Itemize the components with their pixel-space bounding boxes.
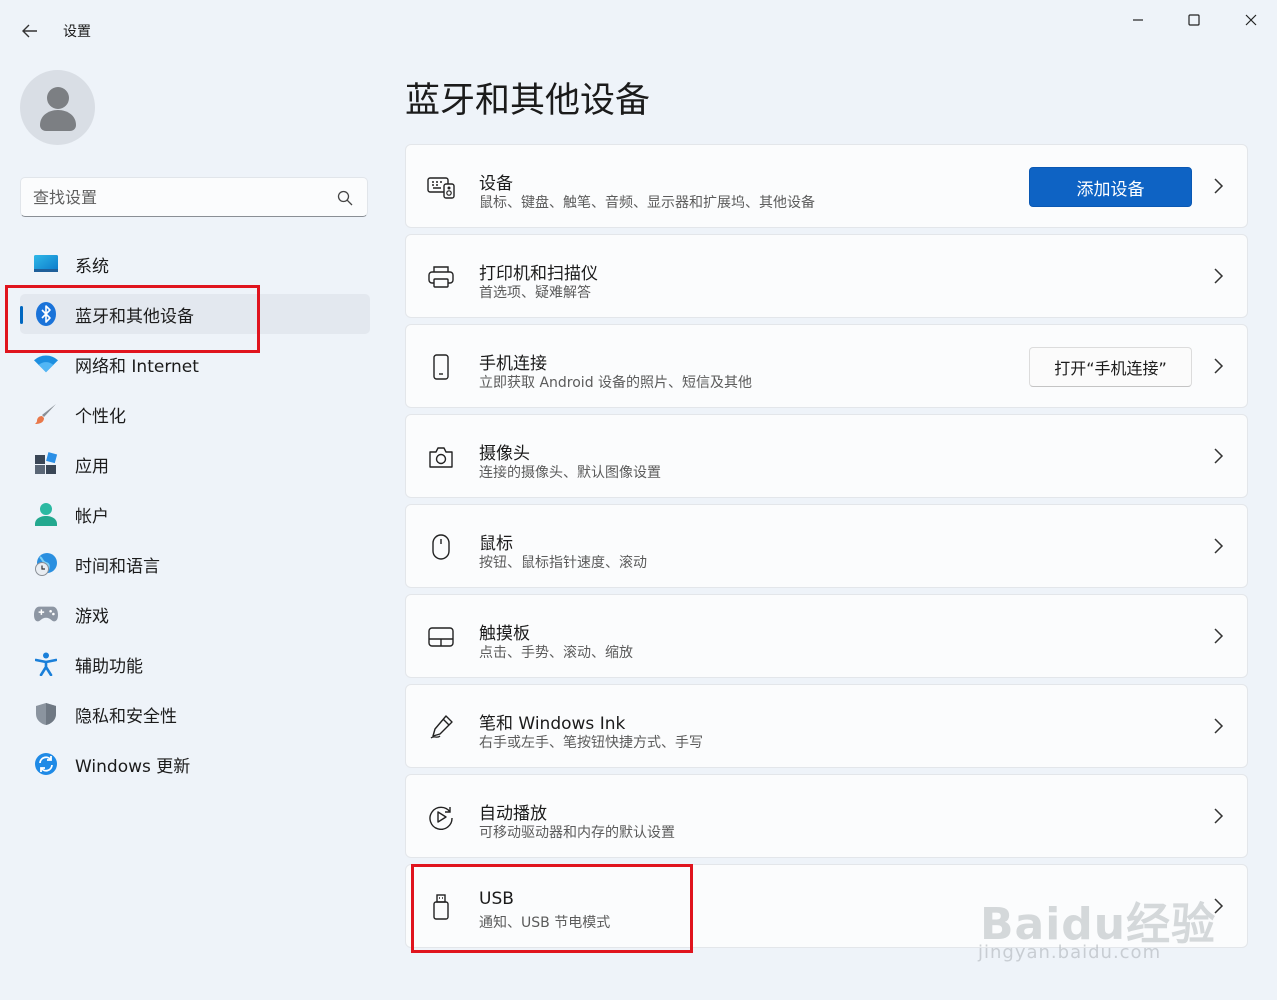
printer-icon <box>426 263 456 291</box>
card-subtitle: 鼠标、键盘、触笔、音频、显示器和扩展坞、其他设备 <box>479 195 815 211</box>
sidebar-item-label: 系统 <box>75 256 109 277</box>
card-title: USB <box>479 889 514 909</box>
card-devices[interactable]: 设备 鼠标、键盘、触笔、音频、显示器和扩展坞、其他设备 添加设备 <box>405 144 1248 228</box>
time-language-icon <box>34 552 58 576</box>
sidebar-item-gaming[interactable]: 游戏 <box>20 594 370 634</box>
sidebar-item-label: 帐户 <box>75 506 109 527</box>
usb-icon <box>426 893 456 921</box>
sidebar-nav: 系统 蓝牙和其他设备 网络和 Internet 个性化 应用 帐户 时间和语言 … <box>20 244 370 794</box>
sidebar-item-label: 网络和 Internet <box>75 356 199 377</box>
search-box[interactable] <box>20 177 368 217</box>
app-title: 设置 <box>63 24 91 40</box>
card-title: 触摸板 <box>479 624 530 644</box>
chevron-right-icon <box>1214 718 1224 734</box>
back-button[interactable] <box>14 18 46 44</box>
open-phone-link-button[interactable]: 打开“手机连接” <box>1029 347 1192 387</box>
sidebar-item-label: 应用 <box>75 456 109 477</box>
card-subtitle: 立即获取 Android 设备的照片、短信及其他 <box>479 375 753 391</box>
camera-icon <box>426 443 456 471</box>
card-title: 鼠标 <box>479 534 513 554</box>
active-indicator <box>20 306 23 324</box>
gamepad-icon <box>34 602 58 626</box>
title-bar: 设置 <box>0 0 1277 60</box>
card-subtitle: 通知、USB 节电模式 <box>479 915 611 931</box>
avatar[interactable] <box>20 70 95 145</box>
chevron-right-icon <box>1214 448 1224 464</box>
settings-card-list: 设备 鼠标、键盘、触笔、音频、显示器和扩展坞、其他设备 添加设备 打印机和扫描仪… <box>405 144 1248 954</box>
touchpad-icon <box>426 623 456 651</box>
card-subtitle: 右手或左手、笔按钮快捷方式、手写 <box>479 735 703 751</box>
system-icon <box>34 252 58 276</box>
phone-icon <box>426 353 456 381</box>
search-input[interactable] <box>33 178 333 216</box>
sidebar-item-apps[interactable]: 应用 <box>20 444 370 484</box>
close-icon <box>1245 14 1257 26</box>
sidebar-item-label: 辅助功能 <box>75 656 143 677</box>
card-phone-link[interactable]: 手机连接 立即获取 Android 设备的照片、短信及其他 打开“手机连接” <box>405 324 1248 408</box>
add-device-button[interactable]: 添加设备 <box>1029 167 1192 207</box>
watermark-url: jingyan.baidu.com <box>978 942 1162 963</box>
card-pen-ink[interactable]: 笔和 Windows Ink 右手或左手、笔按钮快捷方式、手写 <box>405 684 1248 768</box>
bluetooth-icon <box>34 302 58 326</box>
card-mouse[interactable]: 鼠标 按钮、鼠标指针速度、滚动 <box>405 504 1248 588</box>
card-subtitle: 可移动驱动器和内存的默认设置 <box>479 825 675 841</box>
minimize-icon <box>1133 19 1143 21</box>
person-icon <box>39 86 76 131</box>
chevron-right-icon <box>1214 808 1224 824</box>
sidebar-item-network[interactable]: 网络和 Internet <box>20 344 370 384</box>
card-title: 笔和 Windows Ink <box>479 714 626 734</box>
wifi-icon <box>34 352 58 376</box>
card-subtitle: 按钮、鼠标指针速度、滚动 <box>479 555 647 571</box>
sidebar-item-personalization[interactable]: 个性化 <box>20 394 370 434</box>
chevron-right-icon <box>1214 178 1224 194</box>
maximize-button[interactable] <box>1174 6 1214 34</box>
sidebar-item-label: Windows 更新 <box>75 756 191 777</box>
card-touchpad[interactable]: 触摸板 点击、手势、滚动、缩放 <box>405 594 1248 678</box>
card-autoplay[interactable]: 自动播放 可移动驱动器和内存的默认设置 <box>405 774 1248 858</box>
devices-icon <box>426 173 456 201</box>
pen-icon <box>426 713 456 741</box>
back-arrow-icon <box>22 24 37 38</box>
sidebar-item-privacy[interactable]: 隐私和安全性 <box>20 694 370 734</box>
sidebar-item-label: 时间和语言 <box>75 556 160 577</box>
windows-update-icon <box>34 752 58 776</box>
sidebar-item-label: 隐私和安全性 <box>75 706 177 727</box>
card-subtitle: 点击、手势、滚动、缩放 <box>479 645 633 661</box>
sidebar-item-time-language[interactable]: 时间和语言 <box>20 544 370 584</box>
sidebar-item-label: 个性化 <box>75 406 126 427</box>
page-title: 蓝牙和其他设备 <box>405 81 651 121</box>
card-title: 打印机和扫描仪 <box>479 264 598 284</box>
card-camera[interactable]: 摄像头 连接的摄像头、默认图像设置 <box>405 414 1248 498</box>
chevron-right-icon <box>1214 268 1224 284</box>
sidebar-item-windows-update[interactable]: Windows 更新 <box>20 744 370 784</box>
accessibility-icon <box>34 652 58 676</box>
autoplay-icon <box>426 803 456 831</box>
card-subtitle: 首选项、疑难解答 <box>479 285 591 301</box>
card-title: 摄像头 <box>479 444 530 464</box>
sidebar-item-bluetooth[interactable]: 蓝牙和其他设备 <box>20 294 370 334</box>
shield-icon <box>34 702 58 726</box>
sidebar-item-accounts[interactable]: 帐户 <box>20 494 370 534</box>
card-title: 手机连接 <box>479 354 547 374</box>
chevron-right-icon <box>1214 358 1224 374</box>
chevron-right-icon <box>1214 628 1224 644</box>
close-button[interactable] <box>1231 6 1271 34</box>
apps-icon <box>34 452 58 476</box>
account-icon <box>34 502 58 526</box>
chevron-right-icon <box>1214 538 1224 554</box>
mouse-icon <box>426 533 456 561</box>
paintbrush-icon <box>34 402 58 426</box>
card-printers[interactable]: 打印机和扫描仪 首选项、疑难解答 <box>405 234 1248 318</box>
sidebar-item-label: 游戏 <box>75 606 109 627</box>
card-title: 设备 <box>479 174 513 194</box>
card-subtitle: 连接的摄像头、默认图像设置 <box>479 465 661 481</box>
card-title: 自动播放 <box>479 804 547 824</box>
sidebar-item-system[interactable]: 系统 <box>20 244 370 284</box>
search-icon[interactable] <box>337 190 353 206</box>
sidebar-item-accessibility[interactable]: 辅助功能 <box>20 644 370 684</box>
sidebar-item-label: 蓝牙和其他设备 <box>75 306 194 327</box>
minimize-button[interactable] <box>1118 6 1158 34</box>
maximize-icon <box>1188 14 1200 26</box>
